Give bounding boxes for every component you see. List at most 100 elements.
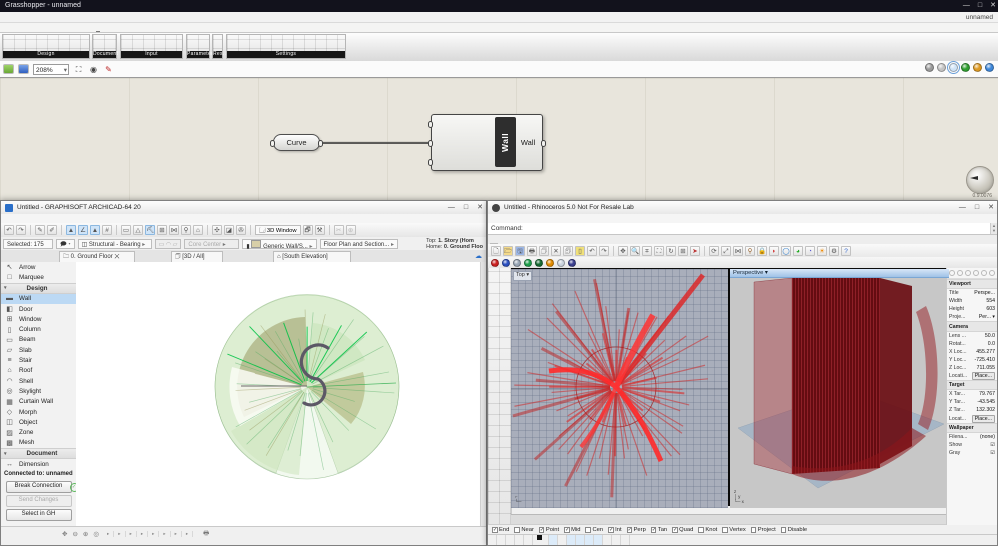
property-row[interactable]: Camera bbox=[947, 321, 997, 332]
rotate-view-icon[interactable]: ↻ bbox=[666, 245, 676, 256]
osnap-toggle[interactable]: Project bbox=[750, 527, 776, 533]
zoom-level-dropdown[interactable]: 208% bbox=[33, 63, 69, 75]
property-row[interactable]: Title Perspe... bbox=[947, 289, 997, 297]
toolbox-item[interactable]: ≡ Stair bbox=[1, 355, 76, 365]
status-pane[interactable] bbox=[612, 535, 621, 545]
toolbox-item[interactable]: ▱ Slab bbox=[1, 345, 76, 355]
copy-icon[interactable]: 🗇 bbox=[539, 245, 549, 256]
slope-tool-icon[interactable]: ∠ bbox=[78, 225, 88, 235]
property-value[interactable]: (none) bbox=[980, 434, 995, 440]
status-pane[interactable] bbox=[594, 535, 603, 545]
osnap-toggle[interactable]: Knot bbox=[698, 527, 717, 533]
grasshopper-titlebar[interactable]: Grasshopper - unnamed — □ ✕ bbox=[0, 0, 998, 12]
property-row[interactable]: Locat... Place... bbox=[947, 414, 997, 423]
preview-sphere-icon[interactable] bbox=[937, 63, 946, 72]
osnap-toggle[interactable]: ✓ Point bbox=[538, 527, 559, 533]
status-dropdown[interactable] bbox=[171, 531, 182, 537]
zoom-extents-icon[interactable]: ⛶ bbox=[73, 64, 84, 75]
panel-tab-icon[interactable] bbox=[957, 270, 963, 276]
scale-icon[interactable]: ⤢ bbox=[721, 245, 731, 256]
property-row[interactable]: Gray ☑ bbox=[947, 449, 997, 457]
maximize-icon[interactable]: □ bbox=[464, 201, 468, 214]
toolbox-item[interactable]: Design bbox=[1, 282, 76, 294]
osnap-toggle[interactable]: ✓ Quad bbox=[672, 527, 693, 533]
layers-icon[interactable]: ◪ bbox=[224, 225, 234, 235]
trim-tool-icon[interactable]: ⛏ bbox=[145, 225, 155, 235]
display-mode-dropdown[interactable]: Floor Plan and Section... ▸ bbox=[319, 238, 398, 249]
property-value[interactable]: 0.0 bbox=[988, 341, 995, 347]
preview-sphere-icon[interactable] bbox=[973, 63, 982, 72]
toolbox-item[interactable]: ◎ Skylight bbox=[1, 386, 76, 396]
osnap-toggle[interactable]: ✓ Tan bbox=[650, 527, 667, 533]
property-value[interactable]: 711.055 bbox=[977, 365, 995, 371]
pan-icon[interactable]: ✥ bbox=[618, 245, 628, 256]
osnap-toggle[interactable]: Disable bbox=[780, 527, 807, 533]
component-tab[interactable] bbox=[96, 31, 100, 32]
line-tool-icon[interactable]: ▲ bbox=[66, 225, 76, 235]
render-icon[interactable]: ◗ bbox=[769, 245, 779, 256]
open-file-icon[interactable]: 🗁 bbox=[503, 245, 513, 256]
rhino-main-toolbar-vertical[interactable] bbox=[488, 268, 512, 525]
adjust-icon[interactable]: ✎ bbox=[35, 225, 45, 235]
pen-icon[interactable]: ✐ bbox=[47, 225, 57, 235]
display-mode-sphere-icon[interactable] bbox=[491, 258, 499, 267]
component-panel-group[interactable]: Settings bbox=[226, 34, 346, 59]
toolbox-item[interactable]: ↖ Arrow bbox=[1, 262, 76, 272]
component-panel-group[interactable]: Parameters bbox=[186, 34, 216, 59]
panel-tab-icon[interactable] bbox=[973, 270, 979, 276]
measure-tool-icon[interactable]: ⚲ bbox=[181, 225, 191, 235]
preview-sphere-icon[interactable] bbox=[961, 63, 970, 72]
property-row[interactable]: Lens ... 50.0 bbox=[947, 332, 997, 340]
status-pane[interactable] bbox=[506, 535, 515, 545]
archicad-titlebar[interactable]: Untitled - GRAPHISOFT ARCHICAD-64 20 — □… bbox=[1, 201, 486, 215]
property-value[interactable]: ☑ bbox=[990, 450, 995, 456]
pan-icon[interactable]: ✥ bbox=[61, 530, 68, 538]
status-pane[interactable] bbox=[549, 535, 558, 545]
toolbox-item[interactable]: ▭ Beam bbox=[1, 335, 76, 345]
status-dropdown[interactable] bbox=[159, 531, 171, 537]
status-pane[interactable] bbox=[488, 535, 497, 545]
canvas-compass-widget[interactable] bbox=[966, 166, 994, 194]
preview-sphere-icon[interactable] bbox=[947, 61, 960, 74]
status-pane[interactable] bbox=[567, 535, 576, 545]
viewport-grid-icon[interactable]: ⊞ bbox=[678, 245, 688, 256]
property-value[interactable]: 455.277 bbox=[976, 349, 995, 355]
lamp-icon[interactable]: ⚲ bbox=[745, 245, 755, 256]
osnap-toggle[interactable]: ✓ End bbox=[492, 527, 509, 533]
property-row[interactable]: Z Tar... 132.302 bbox=[947, 406, 997, 414]
output-port[interactable] bbox=[318, 140, 323, 147]
command-scrollbar[interactable]: ▲ ▼ bbox=[990, 223, 997, 234]
structural-layer-dropdown[interactable]: ◫ Structural - Bearing ▸ bbox=[77, 238, 152, 249]
property-row[interactable]: X Tar... 79.767 bbox=[947, 390, 997, 398]
ghosted-icon[interactable]: ◔ bbox=[805, 245, 815, 256]
stretch-tool-icon[interactable]: ⋈ bbox=[169, 225, 179, 235]
toolbox-item[interactable]: ▦ Curtain Wall bbox=[1, 397, 76, 407]
help-icon[interactable]: ? bbox=[841, 245, 851, 256]
status-pane[interactable] bbox=[533, 535, 549, 545]
connection-button[interactable]: Select in GH bbox=[5, 509, 72, 521]
status-dropdown[interactable] bbox=[148, 531, 160, 537]
rhino-titlebar[interactable]: Untitled - Rhinoceros 5.0 Not For Resale… bbox=[488, 201, 997, 215]
move-icon[interactable]: ➤ bbox=[690, 245, 700, 256]
checkbox[interactable] bbox=[514, 527, 520, 533]
viewport-top-title-dropdown[interactable]: Top ▾ bbox=[513, 271, 533, 281]
lock-tool-icon[interactable]: △ bbox=[133, 225, 143, 235]
status-dropdown[interactable] bbox=[103, 531, 115, 537]
viewport-perspective-title-dropdown[interactable]: Perspective ▾ bbox=[730, 269, 949, 278]
toolbox-item[interactable]: ⌂ Roof bbox=[1, 366, 76, 376]
toolbox-item[interactable]: ▯ Column bbox=[1, 324, 76, 334]
sphere-icon[interactable]: ◯ bbox=[781, 245, 791, 256]
property-row[interactable]: Z Loc... 711.055 bbox=[947, 364, 997, 372]
preview-sphere-icon[interactable] bbox=[985, 63, 994, 72]
preview-sphere-icon[interactable] bbox=[925, 63, 934, 72]
property-row[interactable]: Target bbox=[947, 380, 997, 391]
status-pane[interactable] bbox=[603, 535, 612, 545]
cloud-sync-icon[interactable]: ☁ bbox=[475, 252, 482, 260]
home-tool-icon[interactable]: ⌂ bbox=[193, 225, 203, 235]
toolbox-item[interactable]: ◇ Morph bbox=[1, 407, 76, 417]
checkbox[interactable]: ✓ bbox=[538, 527, 545, 533]
fill-tool-icon[interactable]: ▲ bbox=[90, 225, 100, 235]
zoom-in-icon[interactable]: ⊕ bbox=[82, 530, 89, 538]
wall-component-output[interactable]: Wall bbox=[516, 115, 540, 170]
osnap-toggle[interactable]: Vertex bbox=[722, 527, 746, 533]
